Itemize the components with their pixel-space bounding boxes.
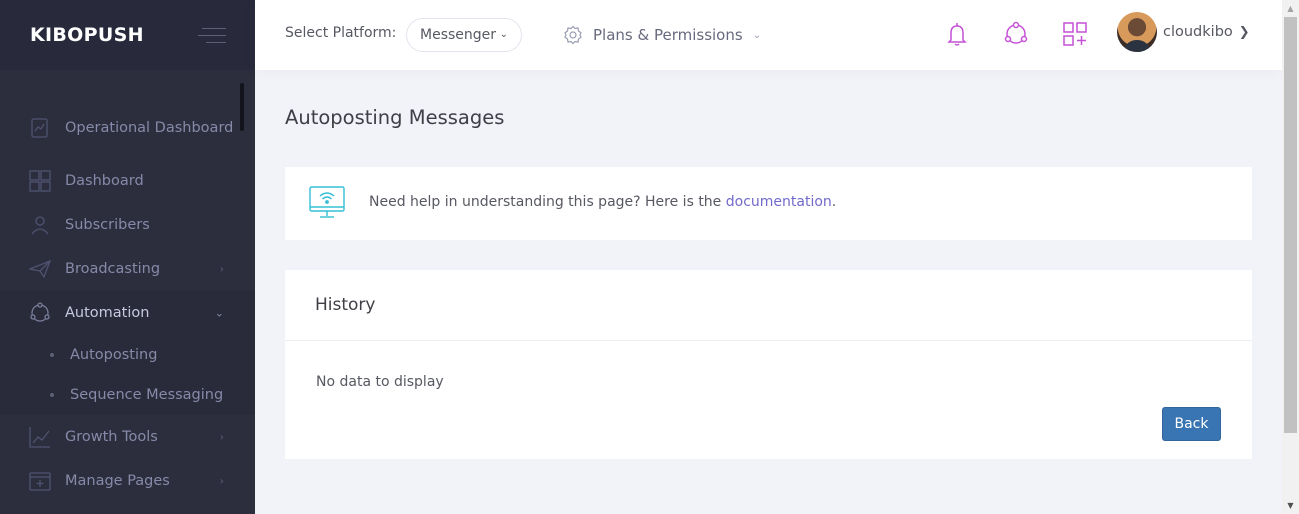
submenu-item-label: Sequence Messaging	[70, 387, 224, 403]
scroll-up-arrow-icon[interactable]: ▲	[1282, 0, 1299, 17]
bell-icon[interactable]	[943, 20, 971, 48]
share-icon[interactable]	[1002, 20, 1030, 48]
sidebar-item-label: Subscribers	[65, 217, 150, 233]
chevron-right-icon: ›	[219, 474, 224, 488]
plans-permissions-label: Plans & Permissions	[593, 26, 743, 44]
chevron-down-icon: ⌄	[214, 306, 224, 320]
sidebar-menu: Operational Dashboard Dashboard Subscrib…	[0, 97, 255, 503]
submenu-item-sequence-messaging[interactable]: Sequence Messaging	[0, 375, 255, 415]
brand-bar: KIBOPUSH	[0, 0, 255, 70]
user-icon	[31, 216, 49, 235]
scrollbar-thumb[interactable]	[1284, 17, 1297, 433]
automation-submenu: Autoposting Sequence Messaging	[0, 335, 255, 415]
chevron-down-icon: ❯	[1238, 24, 1250, 40]
sidebar: KIBOPUSH Operational Dashboard Dashboard	[0, 0, 255, 514]
scroll-down-arrow-icon[interactable]: ▼	[1282, 497, 1299, 514]
platform-select-value: Messenger	[420, 27, 497, 43]
plans-permissions-menu[interactable]: Plans & Permissions ⌄	[563, 20, 761, 50]
chevron-right-icon: ›	[219, 262, 224, 276]
monitor-wifi-icon	[309, 186, 345, 218]
page-title: Autoposting Messages	[285, 106, 505, 129]
chart-doc-icon	[31, 118, 48, 138]
bullet-dot	[50, 353, 54, 357]
sidebar-item-manage-pages[interactable]: Manage Pages ›	[0, 459, 255, 503]
chevron-right-icon: ›	[219, 430, 224, 444]
help-suffix: .	[831, 194, 837, 210]
sidebar-item-operational-dashboard[interactable]: Operational Dashboard	[0, 97, 255, 159]
back-button[interactable]: Back	[1162, 407, 1221, 441]
sidebar-item-label: Growth Tools	[65, 429, 158, 445]
apps-icon[interactable]	[1061, 20, 1089, 48]
page-scrollbar[interactable]: ▲ ▼	[1282, 0, 1299, 514]
user-menu[interactable]: cloudkibo ❯	[1117, 12, 1250, 52]
chevron-down-icon: ⌄	[752, 29, 762, 41]
share-cycle-icon	[30, 302, 50, 322]
select-platform-label: Select Platform:	[285, 25, 397, 41]
top-header: Select Platform: Messenger ⌄ Plans & Per…	[255, 0, 1282, 70]
portlet-head: History	[285, 270, 1252, 341]
brand-logo[interactable]: KIBOPUSH	[30, 24, 144, 46]
bullet-dot	[50, 393, 54, 397]
gear-icon	[564, 25, 582, 45]
sidebar-item-label: Manage Pages	[65, 473, 170, 489]
sidebar-item-label: Dashboard	[65, 173, 144, 189]
paper-plane-icon	[29, 259, 51, 279]
sidebar-item-growth-tools[interactable]: Growth Tools ›	[0, 415, 255, 459]
submenu-item-label: Autoposting	[70, 347, 158, 363]
help-text: Need help in understanding this page? He…	[369, 194, 836, 210]
submenu-item-autoposting[interactable]: Autoposting	[0, 335, 255, 375]
sidebar-item-label: Operational Dashboard	[65, 119, 234, 136]
sidebar-item-automation[interactable]: Automation ⌄	[0, 291, 255, 335]
empty-state-text: No data to display	[316, 374, 444, 390]
history-title: History	[315, 295, 376, 315]
chevron-down-icon: ⌄	[499, 29, 508, 40]
platform-select[interactable]: Messenger ⌄	[406, 18, 522, 52]
help-message: Need help in understanding this page? He…	[369, 194, 726, 210]
sidebar-item-dashboard[interactable]: Dashboard	[0, 159, 255, 203]
help-alert: Need help in understanding this page? He…	[285, 167, 1252, 240]
line-chart-icon	[29, 427, 50, 448]
avatar[interactable]	[1117, 12, 1157, 52]
grid-icon	[29, 170, 51, 192]
sidebar-item-label: Automation	[65, 305, 150, 321]
documentation-link[interactable]: documentation	[726, 194, 832, 210]
add-page-icon	[29, 472, 51, 491]
sidebar-item-broadcasting[interactable]: Broadcasting ›	[0, 247, 255, 291]
sidebar-item-subscribers[interactable]: Subscribers	[0, 203, 255, 247]
hamburger-menu-icon[interactable]	[198, 26, 226, 46]
username: cloudkibo	[1163, 24, 1233, 40]
sidebar-item-label: Broadcasting	[65, 261, 161, 277]
history-portlet: History No data to display Back	[285, 270, 1252, 459]
